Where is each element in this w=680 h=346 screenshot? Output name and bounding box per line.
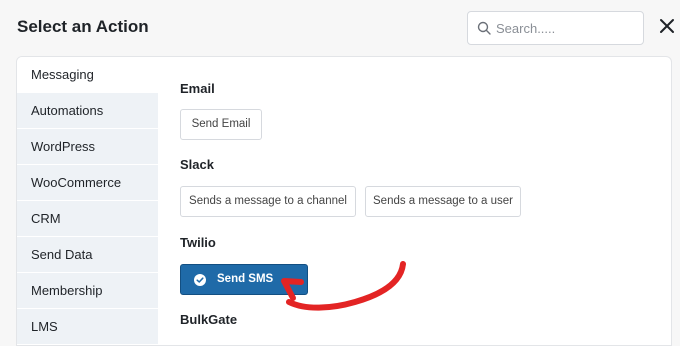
sidebar-item-membership[interactable]: Membership [17, 273, 158, 309]
dialog-title: Select an Action [17, 17, 149, 36]
group-label-bulkgate: BulkGate [180, 312, 238, 327]
actions-content: Email Send Email Slack Sends a message t… [158, 57, 671, 345]
sidebar-item-crm[interactable]: CRM [17, 201, 158, 237]
sidebar-item-lms[interactable]: LMS [17, 309, 158, 345]
group-label-twilio: Twilio [180, 235, 216, 250]
sidebar-item-woocommerce[interactable]: WooCommerce [17, 165, 158, 201]
sidebar-item-automations[interactable]: Automations [17, 93, 158, 129]
search-icon [477, 21, 491, 35]
check-circle-icon [194, 274, 206, 286]
group-label-email: Email [180, 81, 215, 96]
category-sidebar: Messaging Automations WordPress WooComme… [17, 57, 158, 345]
search-box[interactable] [467, 11, 644, 45]
sidebar-item-send-data[interactable]: Send Data [17, 237, 158, 273]
dialog-header: Select an Action [0, 0, 680, 56]
group-label-slack: Slack [180, 157, 214, 172]
slack-user-message-button[interactable]: Sends a message to a user [365, 186, 521, 217]
slack-channel-message-button[interactable]: Sends a message to a channel [180, 186, 356, 217]
sidebar-item-wordpress[interactable]: WordPress [17, 129, 158, 165]
close-icon[interactable] [658, 17, 676, 35]
annotation-arrow-icon [281, 261, 406, 311]
send-sms-label: Send SMS [217, 273, 274, 285]
send-email-button[interactable]: Send Email [180, 109, 262, 140]
sidebar-item-messaging[interactable]: Messaging [17, 57, 158, 93]
search-input[interactable] [496, 19, 636, 37]
